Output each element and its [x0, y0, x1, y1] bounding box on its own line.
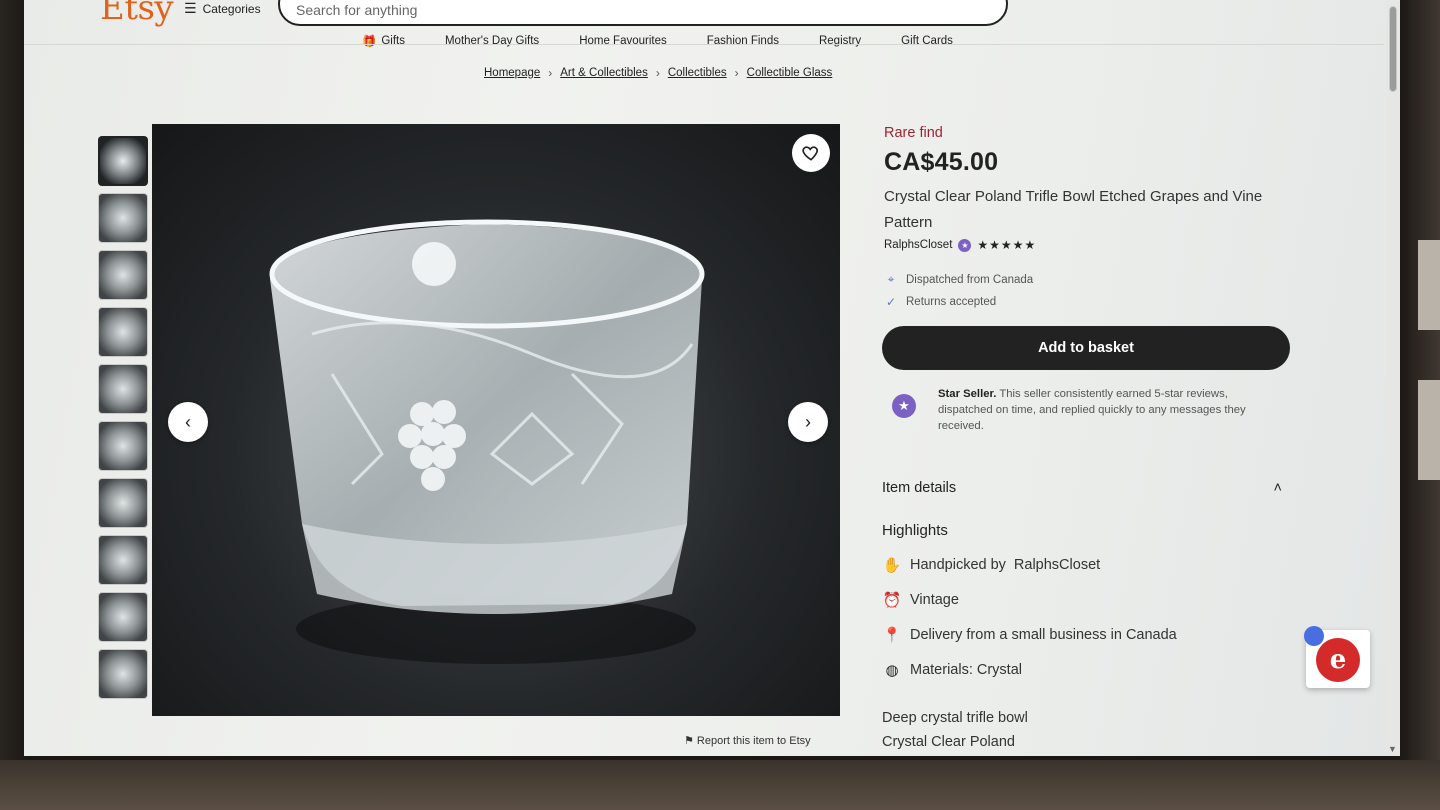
favourite-button[interactable]	[792, 134, 830, 172]
page-scrollbar[interactable]: ▼	[1386, 0, 1400, 756]
description-line-1: Deep crystal trifle bowl	[882, 710, 1028, 726]
nav-label: Home Favourites	[579, 35, 667, 47]
nav-divider	[24, 44, 1384, 45]
breadcrumb-homepage[interactable]: Homepage	[484, 67, 540, 79]
nav-label: Mother's Day Gifts	[444, 35, 540, 47]
item-details-title: Item details	[882, 480, 957, 496]
report-item-link[interactable]: ⚑ Report this item to Etsy	[684, 734, 811, 747]
materials-text: Materials: Crystal	[910, 662, 1022, 678]
star-seller-notice: ★ Star Seller. This seller consistently …	[884, 386, 1284, 434]
chevron-up-icon: ˄	[1273, 480, 1282, 496]
thumbnail-2[interactable]	[98, 193, 148, 243]
search-input[interactable]: Search for anything	[278, 0, 1008, 26]
etsy-logo[interactable]: Etsy	[100, 0, 174, 28]
chevron-right-icon: ›	[805, 411, 811, 432]
price: CA$45.00	[884, 148, 999, 176]
shop-row: RalphsCloset ★ ★★★★★	[884, 238, 1036, 252]
next-image-button[interactable]: ›	[788, 402, 828, 442]
breadcrumb-collectible-glass[interactable]: Collectible Glass	[747, 67, 833, 79]
hand-icon: ✋	[882, 557, 902, 574]
menu-icon: ☰	[184, 0, 197, 16]
description-line-2: Crystal Clear Poland	[882, 734, 1015, 750]
materials-icon: ◍	[885, 662, 899, 679]
nav-item-home-favourites[interactable]: Home Favourites	[559, 24, 687, 56]
heart-icon	[802, 146, 818, 161]
highlight-vintage: ⏰ Vintage	[882, 591, 959, 609]
location-pin-icon: ⌖	[887, 272, 895, 286]
categories-button[interactable]: ☰ Categories	[184, 0, 261, 17]
thumbnail-3[interactable]	[98, 250, 148, 300]
add-to-basket-button[interactable]: Add to basket	[882, 326, 1290, 370]
crystal-bowl-illustration	[269, 219, 705, 664]
chevron-left-icon: ‹	[185, 411, 191, 432]
handpicked-prefix: Handpicked by	[910, 557, 1006, 573]
thumbnail-6[interactable]	[98, 421, 148, 471]
nav-item-registry[interactable]: Registry	[799, 24, 881, 56]
breadcrumb-collectibles[interactable]: Collectibles	[668, 67, 727, 79]
nav-item-gifts[interactable]: 🎁 Gifts	[342, 24, 425, 56]
rare-find-label: Rare find	[884, 125, 943, 141]
returns-info: ✓ Returns accepted	[884, 295, 996, 309]
star-seller-title: Star Seller.	[938, 388, 997, 400]
search-placeholder: Search for anything	[296, 2, 418, 18]
star-seller-badge-icon: ★	[958, 238, 972, 252]
star-seller-text: Star Seller. This seller consistently ea…	[938, 386, 1284, 434]
nav-item-gift-cards[interactable]: Gift Cards	[881, 24, 973, 56]
nav-label: Registry	[818, 35, 862, 47]
chevron-right-icon: ›	[734, 66, 739, 80]
nav-item-mothers-day[interactable]: Mother's Day Gifts	[425, 24, 559, 56]
checkmark-icon: ✓	[885, 295, 897, 309]
highlight-handpicked: ✋ Handpicked by RalphsCloset	[882, 556, 1101, 574]
extension-widget-button[interactable]: e	[1304, 626, 1370, 688]
rating-stars[interactable]: ★★★★★	[977, 238, 1036, 252]
dispatch-info: ⌖ Dispatched from Canada	[884, 272, 1034, 287]
categories-label: Categories	[202, 1, 261, 16]
product-image[interactable]: ‹ ›	[152, 124, 840, 716]
product-title: Crystal Clear Poland Trifle Bowl Etched …	[884, 188, 1263, 231]
chevron-right-icon: ›	[548, 66, 553, 80]
thumbnail-7[interactable]	[98, 478, 148, 528]
thumbnail-10[interactable]	[98, 649, 148, 699]
browser-screen: Etsy ☰ Categories Search for anything 🎁 …	[24, 0, 1400, 756]
previous-image-button[interactable]: ‹	[168, 402, 208, 442]
thumbnail-4[interactable]	[98, 307, 148, 357]
breadcrumb: Homepage › Art & Collectibles › Collecti…	[484, 66, 832, 80]
right-edge	[1408, 0, 1440, 760]
returns-text: Returns accepted	[906, 296, 997, 308]
item-details-toggle[interactable]: Item details ˄	[882, 480, 1282, 496]
flag-icon: ⚑	[684, 735, 697, 747]
vintage-text: Vintage	[910, 592, 959, 608]
desk-surface	[0, 760, 1440, 810]
thumbnail-8[interactable]	[98, 535, 148, 585]
delivery-text: Delivery from a small business in Canada	[910, 627, 1177, 643]
star-seller-icon: ★	[884, 386, 924, 426]
alarm-clock-icon: ⏰	[882, 592, 902, 609]
category-nav: 🎁 Gifts Mother's Day Gifts Home Favourit…	[342, 24, 973, 56]
highlight-materials: ◍ Materials: Crystal	[882, 661, 1022, 679]
report-label: Report this item to Etsy	[696, 735, 811, 747]
shop-name-link[interactable]: RalphsCloset	[884, 239, 952, 251]
gift-icon: 🎁	[362, 36, 377, 48]
nav-label: Fashion Finds	[706, 35, 779, 47]
nav-item-fashion-finds[interactable]: Fashion Finds	[687, 24, 799, 56]
dispatch-text: Dispatched from Canada	[906, 273, 1034, 286]
location-pin-icon: 📍	[882, 627, 902, 644]
highlight-delivery: 📍 Delivery from a small business in Cana…	[882, 626, 1177, 644]
notification-dot	[1304, 626, 1324, 646]
chevron-right-icon: ›	[655, 66, 660, 80]
nav-label: Gift Cards	[901, 35, 953, 47]
scroll-down-icon[interactable]: ▼	[1388, 744, 1397, 754]
handpicked-shop-link[interactable]: RalphsCloset	[1014, 557, 1100, 573]
extension-logo-icon: e	[1316, 638, 1360, 682]
highlights-title: Highlights	[882, 522, 948, 539]
nav-label: Gifts	[381, 35, 405, 47]
thumbnail-1[interactable]	[98, 136, 148, 186]
thumbnail-9[interactable]	[98, 592, 148, 642]
thumbnail-strip	[98, 136, 148, 699]
breadcrumb-art-collectibles[interactable]: Art & Collectibles	[560, 67, 648, 79]
thumbnail-5[interactable]	[98, 364, 148, 414]
scrollbar-thumb[interactable]	[1389, 6, 1397, 92]
